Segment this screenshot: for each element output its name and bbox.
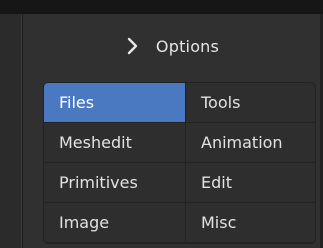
tab-image[interactable]: Image (44, 203, 185, 242)
tab-edit[interactable]: Edit (186, 163, 315, 202)
tab-files[interactable]: Files (44, 83, 185, 122)
options-label: Options (155, 36, 220, 56)
category-tabs: Files Tools Meshedit Animation Primitive… (43, 82, 316, 244)
preferences-panel: Options Files Tools Meshedit Animation P… (23, 14, 320, 248)
tab-misc[interactable]: Misc (186, 203, 315, 242)
tab-tools[interactable]: Tools (186, 83, 315, 122)
tab-meshedit[interactable]: Meshedit (44, 123, 185, 162)
region-divider[interactable] (21, 14, 22, 248)
left-region (0, 14, 22, 248)
tab-animation[interactable]: Animation (186, 123, 315, 162)
options-panel-header[interactable]: Options (23, 32, 320, 60)
chevron-right-icon (127, 37, 138, 55)
tab-primitives[interactable]: Primitives (44, 163, 185, 202)
top-bar (0, 0, 323, 14)
